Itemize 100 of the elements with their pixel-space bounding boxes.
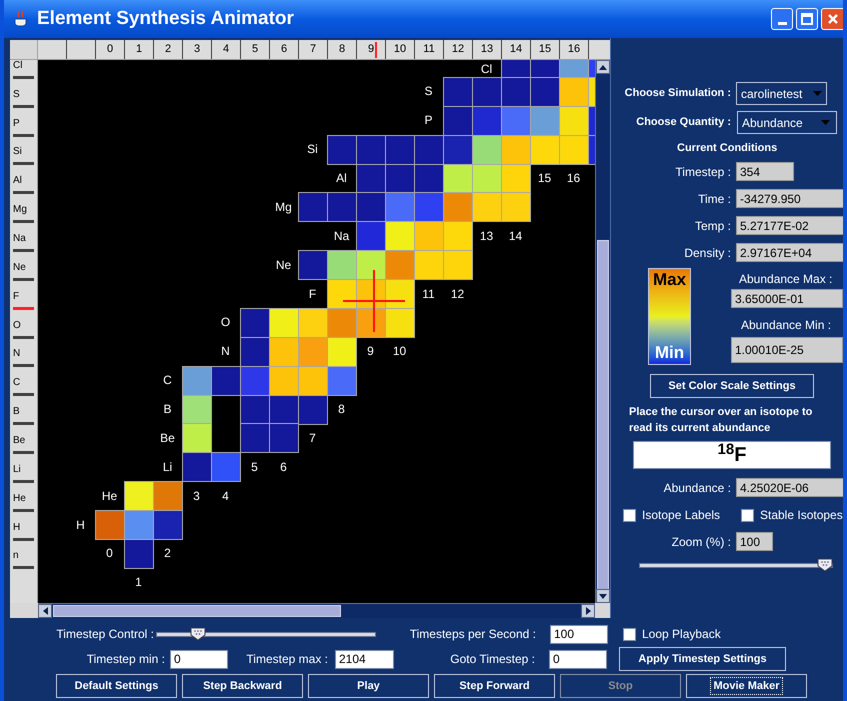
goto-field[interactable]: 0: [549, 650, 607, 668]
isotope-cell[interactable]: [501, 164, 531, 194]
isotope-cell[interactable]: [327, 279, 357, 310]
isotope-cell[interactable]: [443, 164, 473, 194]
isotope-cell[interactable]: [182, 366, 212, 396]
slider-thumb[interactable]: [190, 627, 206, 641]
isotope-cell[interactable]: [501, 106, 531, 136]
isotope-cell[interactable]: [356, 250, 386, 280]
isotope-cell[interactable]: [385, 308, 415, 338]
vertical-scrollbar[interactable]: [595, 60, 610, 603]
isotope-cell[interactable]: [269, 423, 299, 454]
zoom-slider[interactable]: [639, 558, 833, 572]
isotope-cell[interactable]: [240, 423, 270, 454]
isotope-cell[interactable]: [240, 336, 270, 367]
isotope-cell[interactable]: [414, 250, 444, 280]
isotope-cell[interactable]: [327, 134, 357, 165]
isotope-cell[interactable]: [530, 134, 560, 165]
isotope-cell[interactable]: [501, 76, 531, 107]
quantity-dropdown[interactable]: Abundance: [737, 111, 837, 134]
isotope-cell[interactable]: [298, 336, 328, 367]
simulation-dropdown[interactable]: carolinetest: [736, 82, 827, 105]
isotope-cell[interactable]: [298, 250, 328, 280]
slider-thumb[interactable]: [817, 558, 833, 572]
isotope-cell[interactable]: [298, 192, 328, 222]
scroll-down-button[interactable]: [596, 589, 610, 603]
isotope-cell[interactable]: [501, 192, 531, 222]
action-button[interactable]: Default Settings: [56, 674, 177, 698]
isotope-cell[interactable]: [211, 452, 241, 482]
action-button[interactable]: Step Forward: [434, 674, 555, 698]
isotope-cell[interactable]: [414, 164, 444, 194]
minimize-button[interactable]: [771, 8, 793, 30]
isotope-cell[interactable]: [240, 308, 270, 338]
isotope-cell[interactable]: [298, 366, 328, 396]
value-field[interactable]: 2.97167E+04: [736, 243, 843, 262]
color-scale-button[interactable]: Set Color Scale Settings: [650, 374, 814, 398]
scroll-left-button[interactable]: [38, 604, 52, 618]
isotope-cell[interactable]: [327, 366, 357, 396]
isotope-cell[interactable]: [472, 134, 502, 165]
isotope-cell[interactable]: [472, 164, 502, 194]
isotope-cell[interactable]: [385, 164, 415, 194]
isotope-cell[interactable]: [356, 134, 386, 165]
isotope-cell[interactable]: [95, 510, 125, 540]
isotope-cell[interactable]: [327, 308, 357, 338]
isotope-cell[interactable]: [472, 192, 502, 222]
isotope-cell[interactable]: [240, 394, 270, 425]
horizontal-scrollbar[interactable]: [38, 603, 595, 618]
checkbox[interactable]: [623, 508, 636, 522]
timestep-slider[interactable]: [156, 627, 376, 641]
isotope-cell[interactable]: [327, 336, 357, 367]
isotope-cell[interactable]: [385, 221, 415, 252]
isotope-cell[interactable]: [356, 221, 386, 252]
isotope-cell[interactable]: [182, 423, 212, 454]
isotope-cell[interactable]: [385, 134, 415, 165]
isotope-cell[interactable]: [124, 538, 154, 569]
isotope-cell[interactable]: [443, 134, 473, 165]
isotope-cell[interactable]: [443, 250, 473, 280]
isotope-cell[interactable]: [356, 164, 386, 194]
isotope-cell[interactable]: [385, 192, 415, 222]
scroll-thumb[interactable]: [53, 605, 341, 617]
isotope-cell[interactable]: [269, 308, 299, 338]
isotope-cell[interactable]: [327, 250, 357, 280]
isotope-cell[interactable]: [269, 366, 299, 396]
isotope-cell[interactable]: [414, 192, 444, 222]
min-field[interactable]: 0: [170, 650, 228, 668]
scroll-right-button[interactable]: [581, 604, 595, 618]
isotope-cell[interactable]: [443, 192, 473, 222]
maximize-button[interactable]: [796, 8, 818, 30]
isotope-cell[interactable]: [356, 192, 386, 222]
isotope-cell[interactable]: [385, 279, 415, 310]
isotope-cell[interactable]: [298, 394, 328, 425]
action-button[interactable]: Step Backward: [182, 674, 303, 698]
isotope-cell[interactable]: [153, 481, 183, 512]
value-field[interactable]: 354: [736, 162, 794, 181]
action-button[interactable]: Movie Maker: [686, 674, 807, 698]
isotope-cell[interactable]: [472, 76, 502, 107]
rate-field[interactable]: 100: [550, 624, 608, 644]
scroll-up-button[interactable]: [596, 60, 610, 74]
isotope-cell[interactable]: [298, 308, 328, 338]
value-field[interactable]: 1.00010E-25: [731, 337, 843, 363]
value-field[interactable]: 3.65000E-01: [731, 289, 843, 308]
isotope-cell[interactable]: [501, 134, 531, 165]
isotope-cell[interactable]: [414, 221, 444, 252]
isotope-cell[interactable]: [327, 192, 357, 222]
isotope-cell[interactable]: [472, 106, 502, 136]
isotope-cell[interactable]: [530, 76, 560, 107]
value-field[interactable]: -34279.950: [736, 189, 843, 208]
apply-button[interactable]: Apply Timestep Settings: [619, 647, 786, 671]
close-button[interactable]: [821, 8, 843, 30]
isotope-cell[interactable]: [559, 76, 589, 107]
isotope-cell[interactable]: [124, 481, 154, 512]
value-field[interactable]: 5.27177E-02: [736, 216, 843, 235]
max-field[interactable]: 2104: [335, 650, 394, 668]
isotope-cell[interactable]: [240, 366, 270, 396]
isotope-cell[interactable]: [124, 510, 154, 540]
checkbox[interactable]: [741, 508, 754, 522]
isotope-cell[interactable]: [443, 106, 473, 136]
scroll-thumb[interactable]: [597, 240, 609, 590]
checkbox[interactable]: [623, 628, 636, 640]
isotope-cell[interactable]: [269, 336, 299, 367]
isotope-cell[interactable]: [269, 394, 299, 425]
